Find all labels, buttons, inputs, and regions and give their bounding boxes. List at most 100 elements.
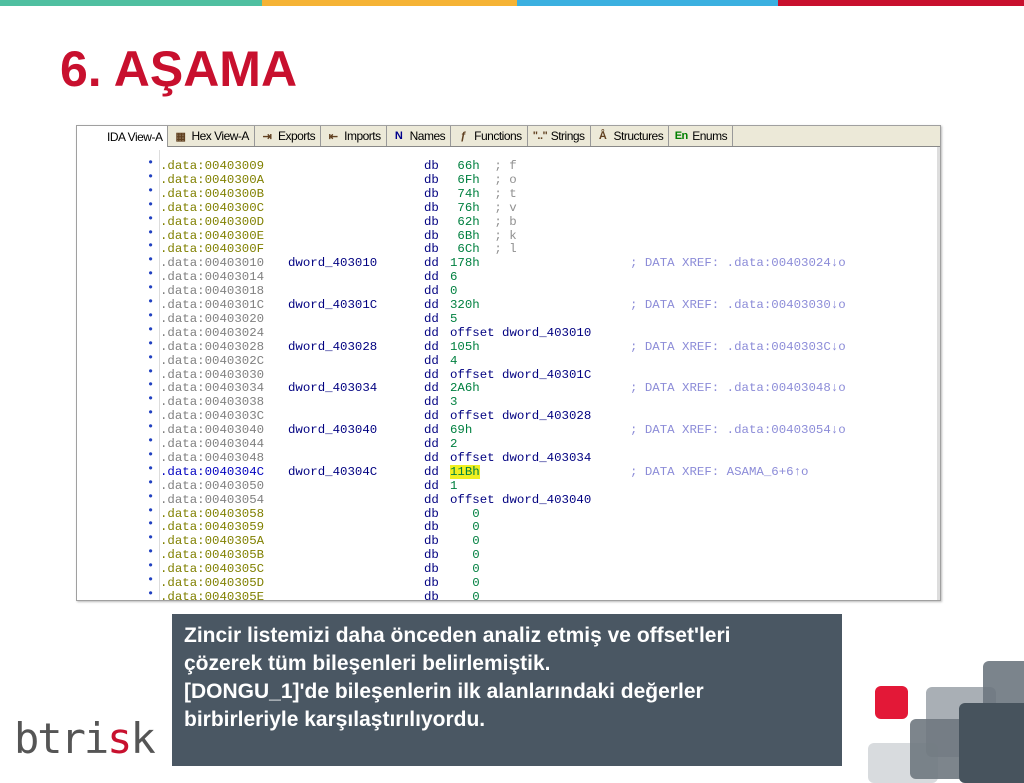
bullet-icon: •: [147, 531, 154, 545]
address: .data:0040305D: [160, 576, 264, 590]
tab-label: Hex View-A: [191, 129, 248, 143]
address: .data:00403034: [160, 381, 264, 395]
tab-label: Names: [410, 129, 446, 143]
tab-imports[interactable]: ⇤ Imports: [321, 126, 387, 146]
address: .data:0040300C: [160, 201, 264, 215]
mnemonic: dd: [424, 312, 439, 326]
structures-icon: Å: [596, 130, 610, 142]
bullet-icon: •: [147, 420, 154, 434]
bullet-icon: •: [147, 351, 154, 365]
byte-comment: ; l: [487, 242, 517, 256]
label: dword_403010: [288, 256, 377, 270]
operand: offset dword_403040: [450, 493, 591, 507]
address: .data:0040300F: [160, 242, 264, 256]
operand: 0: [450, 590, 480, 601]
tab-label: Exports: [278, 129, 315, 143]
operand: 2A6h: [450, 381, 480, 395]
byte-comment: ; k: [487, 229, 517, 243]
address: .data:0040300D: [160, 215, 264, 229]
mnemonic: dd: [424, 326, 439, 340]
operand: 5: [450, 312, 457, 326]
ida-tab-bar: IDA View-A ▦Hex View-A ⇥ Exports ⇤ Imports NNa…: [77, 126, 940, 147]
address: .data:0040301C: [160, 298, 264, 312]
address: .data:00403010: [160, 256, 264, 270]
tab-structures[interactable]: ÅStructures: [591, 126, 670, 146]
bullet-icon: •: [147, 253, 154, 267]
byte-comment: ; t: [487, 187, 517, 201]
operand: 1: [450, 479, 457, 493]
mnemonic: dd: [424, 395, 439, 409]
bullet-icon: •: [147, 170, 154, 184]
operand: 0: [450, 548, 480, 562]
mnemonic: dd: [424, 381, 439, 395]
bullet-icon: •: [147, 295, 154, 309]
byte-comment: ; b: [487, 215, 517, 229]
operand: offset dword_403010: [450, 326, 591, 340]
bullet-icon: •: [147, 504, 154, 518]
stripe-teal: [0, 0, 262, 6]
tab-label: Imports: [344, 129, 381, 143]
address: .data:00403040: [160, 423, 264, 437]
mnemonic: dd: [424, 368, 439, 382]
bullet-icon: •: [147, 476, 154, 490]
disassembly-listing[interactable]: •.data:00403009db 66h ; f•.data:0040300A…: [77, 150, 939, 601]
bullet-icon: •: [147, 198, 154, 212]
logo-text-accent: s: [107, 714, 130, 763]
operand: 2: [450, 437, 457, 451]
tab-exports[interactable]: ⇥ Exports: [255, 126, 321, 146]
mnemonic: dd: [424, 340, 439, 354]
mnemonic: db: [424, 507, 439, 521]
xref-comment: ; DATA XREF: .data:00403054↓o: [630, 423, 846, 437]
byte-comment: ; f: [487, 159, 517, 173]
tab-names[interactable]: NNames: [387, 126, 452, 146]
mnemonic: db: [424, 215, 439, 229]
tab-strings[interactable]: ".."Strings: [528, 126, 591, 146]
mnemonic: dd: [424, 284, 439, 298]
bullet-icon: •: [147, 212, 154, 226]
address: .data:00403058: [160, 507, 264, 521]
bullet-icon: •: [147, 392, 154, 406]
address: .data:0040300A: [160, 173, 264, 187]
bullet-icon: •: [147, 462, 154, 476]
operand: 0: [450, 534, 480, 548]
scrollbar[interactable]: [937, 147, 940, 601]
bullet-icon: •: [147, 267, 154, 281]
operand: 0: [450, 507, 480, 521]
bullet-icon: •: [147, 490, 154, 504]
byte-comment: ; o: [487, 173, 517, 187]
address: .data:0040305B: [160, 548, 264, 562]
mnemonic: dd: [424, 423, 439, 437]
bullet-icon: •: [147, 434, 154, 448]
xref-comment: ; DATA XREF: .data:0040303C↓o: [630, 340, 846, 354]
address: .data:0040302C: [160, 354, 264, 368]
xref-comment: ; DATA XREF: .data:00403048↓o: [630, 381, 846, 395]
operand: 74h: [450, 187, 480, 201]
label: dword_40301C: [288, 298, 377, 312]
address: .data:0040303C: [160, 409, 264, 423]
mnemonic: dd: [424, 465, 439, 479]
bullet-icon: •: [147, 184, 154, 198]
tab-ida-view-a[interactable]: IDA View-A: [77, 126, 168, 147]
tab-label: IDA View-A: [107, 130, 162, 144]
operand: 0: [450, 562, 480, 576]
mnemonic: dd: [424, 479, 439, 493]
exports-icon: ⇥: [260, 130, 274, 143]
imports-icon: ⇤: [326, 130, 340, 143]
mnemonic: db: [424, 242, 439, 256]
tab-hex-view-a[interactable]: ▦Hex View-A: [168, 126, 254, 146]
operand: 3: [450, 395, 457, 409]
bullet-icon: •: [147, 337, 154, 351]
operand: offset dword_403028: [450, 409, 591, 423]
operand: 4: [450, 354, 457, 368]
address: .data:0040304C: [160, 465, 264, 479]
tab-enums[interactable]: EnEnums: [669, 126, 733, 146]
mnemonic: db: [424, 173, 439, 187]
operand: 0: [450, 284, 457, 298]
tab-functions[interactable]: ƒFunctions: [451, 126, 528, 146]
operand: 6Bh: [450, 229, 480, 243]
ida-window: IDA View-A ▦Hex View-A ⇥ Exports ⇤ Imports NNa…: [76, 125, 941, 601]
bullet-icon: •: [147, 239, 154, 253]
address: .data:0040305C: [160, 562, 264, 576]
mnemonic: db: [424, 548, 439, 562]
bullet-icon: •: [147, 309, 154, 323]
